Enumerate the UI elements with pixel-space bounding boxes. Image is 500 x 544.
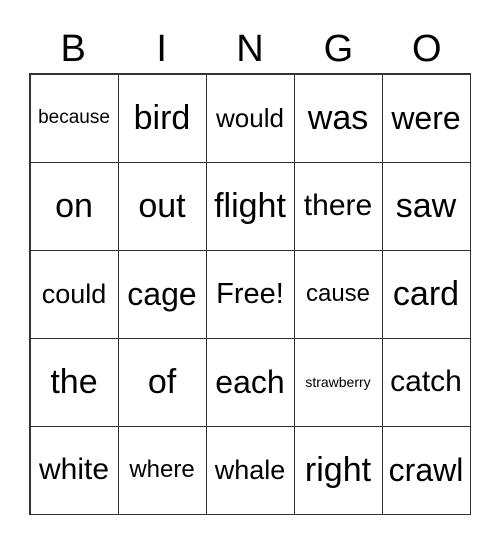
bingo-cell[interactable]: of bbox=[117, 337, 207, 427]
bingo-cell[interactable]: out bbox=[117, 161, 207, 251]
header-letter-o: O bbox=[412, 28, 442, 70]
bingo-cell[interactable]: bird bbox=[117, 73, 207, 163]
header-letter-i: I bbox=[156, 28, 167, 70]
bingo-cell[interactable]: strawberry bbox=[293, 337, 383, 427]
bingo-cell[interactable]: on bbox=[29, 161, 119, 251]
bingo-cell[interactable]: crawl bbox=[381, 425, 471, 515]
bingo-cell[interactable]: there bbox=[293, 161, 383, 251]
bingo-cell[interactable]: whale bbox=[205, 425, 295, 515]
bingo-cell[interactable]: right bbox=[293, 425, 383, 515]
bingo-cell[interactable]: cause bbox=[293, 249, 383, 339]
bingo-cell[interactable]: white bbox=[29, 425, 119, 515]
bingo-cell[interactable]: the bbox=[29, 337, 119, 427]
bingo-grid: because bird would was were on out flight there s… bbox=[29, 73, 471, 515]
bingo-cell[interactable]: where bbox=[117, 425, 207, 515]
bingo-cell[interactable]: flight bbox=[205, 161, 295, 251]
bingo-cell[interactable]: were bbox=[381, 73, 471, 163]
bingo-cell[interactable]: saw bbox=[381, 161, 471, 251]
header-letter-b: B bbox=[60, 28, 86, 70]
bingo-cell[interactable]: would bbox=[205, 73, 295, 163]
header-letter-g: G bbox=[323, 28, 354, 70]
header-letter-n: N bbox=[236, 28, 264, 70]
bingo-header: B I N G O bbox=[29, 26, 471, 72]
bingo-cell[interactable]: each bbox=[205, 337, 295, 427]
bingo-cell[interactable]: cage bbox=[117, 249, 207, 339]
bingo-cell[interactable]: was bbox=[293, 73, 383, 163]
bingo-cell[interactable]: could bbox=[29, 249, 119, 339]
bingo-cell[interactable]: card bbox=[381, 249, 471, 339]
free-space-cell[interactable]: Free! bbox=[205, 249, 295, 339]
bingo-cell[interactable]: catch bbox=[381, 337, 471, 427]
bingo-cell[interactable]: because bbox=[29, 73, 119, 163]
